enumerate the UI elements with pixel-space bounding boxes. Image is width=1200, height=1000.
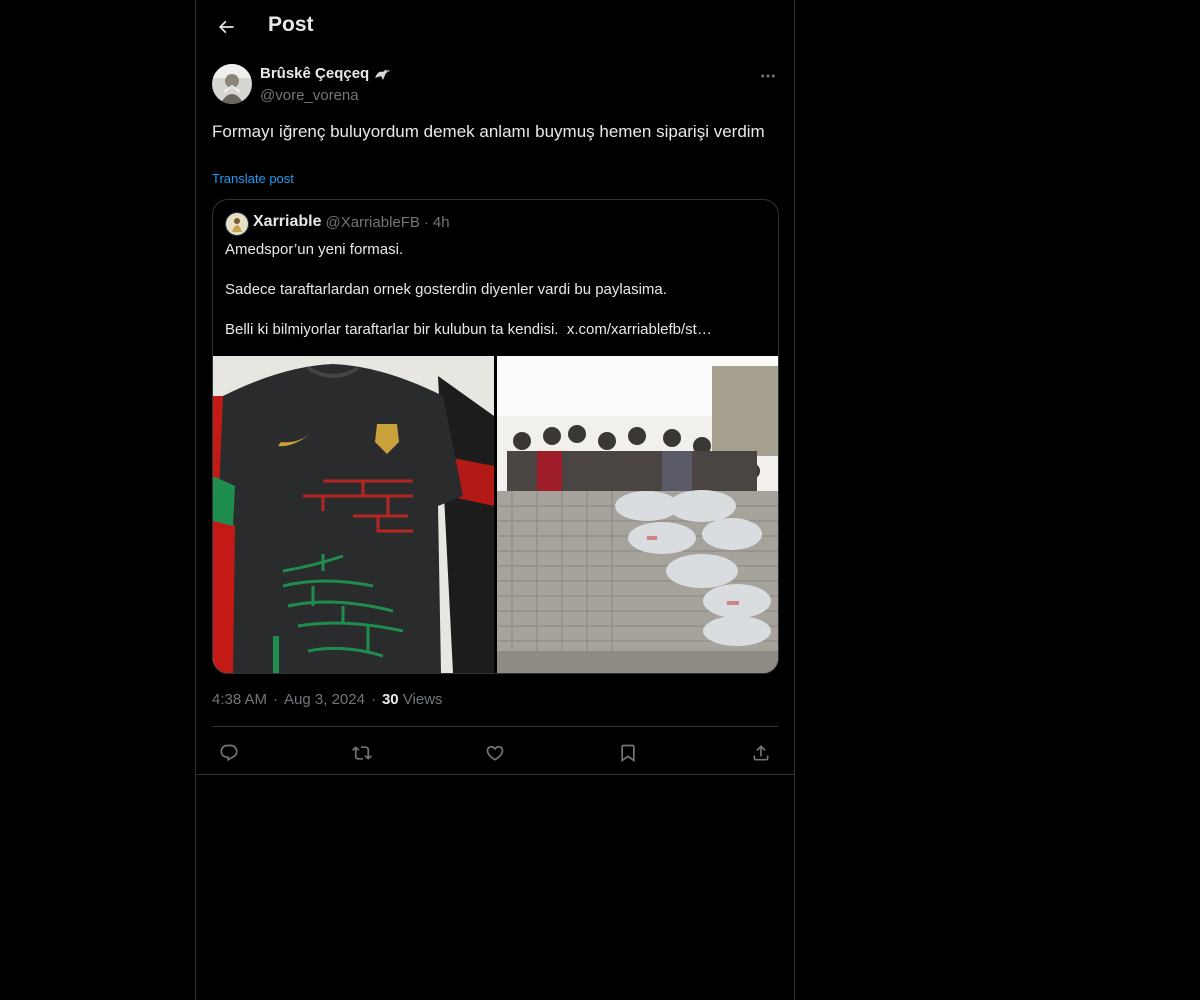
more-icon <box>761 74 775 78</box>
repost-icon <box>352 746 372 760</box>
quoted-line: Belli ki bilmiyorlar taraftarlar bir kul… <box>225 320 770 340</box>
eagle-icon <box>375 69 391 80</box>
post-meta: 4:38 AM · Aug 3, 2024 · 30 Views <box>212 691 443 708</box>
translate-post-link[interactable]: Translate post <box>212 171 294 186</box>
views[interactable]: 30 Views <box>382 691 443 708</box>
meta-separator: · <box>370 691 376 708</box>
meta-separator: · <box>273 691 279 708</box>
quoted-link[interactable]: x.com/xarriablefb/st… <box>567 321 712 338</box>
divider <box>212 726 778 727</box>
author-name-text: Brûskê Çeqçeq <box>260 65 370 82</box>
quoted-post-text: Amedspor’un yeni formasi. Sadece tarafta… <box>225 240 770 360</box>
more-options-button[interactable] <box>752 62 784 90</box>
back-button[interactable] <box>208 9 244 45</box>
post-date[interactable]: Aug 3, 2024 <box>284 691 365 708</box>
post-bottom-border <box>196 774 794 775</box>
views-count: 30 <box>381 691 399 708</box>
quoted-author-name: Xarriable <box>253 213 322 230</box>
quoted-line-text: Belli ki bilmiyorlar taraftarlar bir kul… <box>225 321 559 338</box>
quoted-author-avatar <box>225 212 249 236</box>
author-name[interactable]: Brûskê Çeqçeq <box>260 65 391 82</box>
page-title: Post <box>268 13 314 36</box>
post-time[interactable]: 4:38 AM <box>212 691 267 708</box>
action-bar <box>212 736 778 770</box>
quoted-line: Amedspor’un yeni formasi. <box>225 241 404 258</box>
arrow-left-icon <box>218 20 234 34</box>
quoted-author-handle: @XarriableFB <box>325 213 420 231</box>
quoted-time: 4h <box>432 213 450 231</box>
crowd-behind-wall-photo[interactable] <box>496 356 778 673</box>
reply-icon <box>220 744 238 762</box>
bookmark-button[interactable] <box>611 736 645 770</box>
post-text: Formayı iğrenç buluyordum demek anlamı b… <box>212 122 765 141</box>
views-label: Views <box>402 691 443 708</box>
author-handle[interactable]: @vore_vorena <box>260 87 359 104</box>
quoted-media-grid <box>213 356 778 673</box>
page-header: Post <box>196 0 794 54</box>
bookmark-icon <box>621 744 635 763</box>
reply-button[interactable] <box>212 736 246 770</box>
like-icon <box>486 745 504 761</box>
author-avatar[interactable] <box>212 64 252 104</box>
quoted-line: Sadece taraftarlardan ornek gosterdin di… <box>225 281 667 298</box>
repost-button[interactable] <box>345 736 379 770</box>
jersey-photo[interactable] <box>213 356 495 673</box>
share-icon <box>753 745 769 761</box>
quoted-post[interactable]: Xarriable @XarriableFB · 4h Amedspor’un … <box>212 199 779 674</box>
share-button[interactable] <box>744 736 778 770</box>
main-column: Post Brûskê Çeqçeq @vore_vorena Formayı … <box>195 0 795 1000</box>
like-button[interactable] <box>478 736 512 770</box>
quoted-separator: · <box>423 213 429 231</box>
quoted-post-header: Xarriable @XarriableFB · 4h <box>253 213 450 231</box>
